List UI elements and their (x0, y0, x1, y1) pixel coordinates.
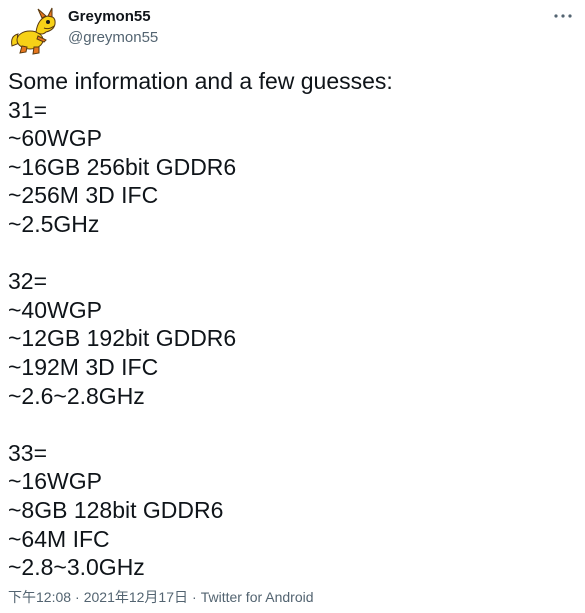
more-options-button[interactable] (551, 6, 575, 26)
author-block: Greymon55 @greymon55 (68, 8, 158, 48)
tweet-text-line: ~40WGP (8, 296, 102, 323)
tweet-text-line: ~12GB 192bit GDDR6 (8, 325, 237, 352)
tweet-text-line: ~2.6~2.8GHz (8, 382, 145, 409)
tweet-text-line: ~8GB 128bit GDDR6 (8, 496, 224, 523)
tweet: Greymon55 @greymon55 Some information an… (0, 0, 585, 613)
tweet-text-line: 32= (8, 268, 48, 295)
tweet-time[interactable]: 下午12:08 (8, 589, 71, 605)
avatar[interactable] (8, 6, 58, 56)
more-dots-icon (554, 14, 572, 18)
meta-separator: · (192, 589, 197, 605)
tweet-text-line: ~60WGP (8, 125, 102, 152)
display-name[interactable]: Greymon55 (68, 8, 158, 26)
tweet-source[interactable]: Twitter for Android (201, 589, 314, 605)
tweet-text-line: 31= (8, 96, 48, 123)
tweet-text-line: ~16WGP (8, 468, 102, 495)
tweet-text-line: ~2.8~3.0GHz (8, 554, 145, 581)
user-handle[interactable]: @greymon55 (68, 28, 158, 48)
meta-separator: · (75, 589, 80, 605)
tweet-text-line: Some information and a few guesses: (8, 68, 393, 94)
tweet-text-line: ~2.5GHz (8, 210, 100, 237)
tweet-text: Some information and a few guesses: 31= ~6… (8, 67, 568, 582)
tweet-text-line: ~64M IFC (8, 525, 110, 552)
dragon-avatar-icon (11, 7, 56, 55)
tweet-text-line: ~192M 3D IFC (8, 353, 159, 380)
tweet-date[interactable]: 2021年12月17日 (84, 589, 188, 605)
tweet-metadata: 下午12:08 · 2021年12月17日 · Twitter for Android (8, 587, 314, 607)
tweet-text-line (8, 239, 568, 268)
tweet-text-line: ~16GB 256bit GDDR6 (8, 153, 237, 180)
tweet-text-line: ~256M 3D IFC (8, 182, 159, 209)
tweet-text-line: 33= (8, 439, 48, 466)
tweet-text-line (8, 410, 568, 439)
